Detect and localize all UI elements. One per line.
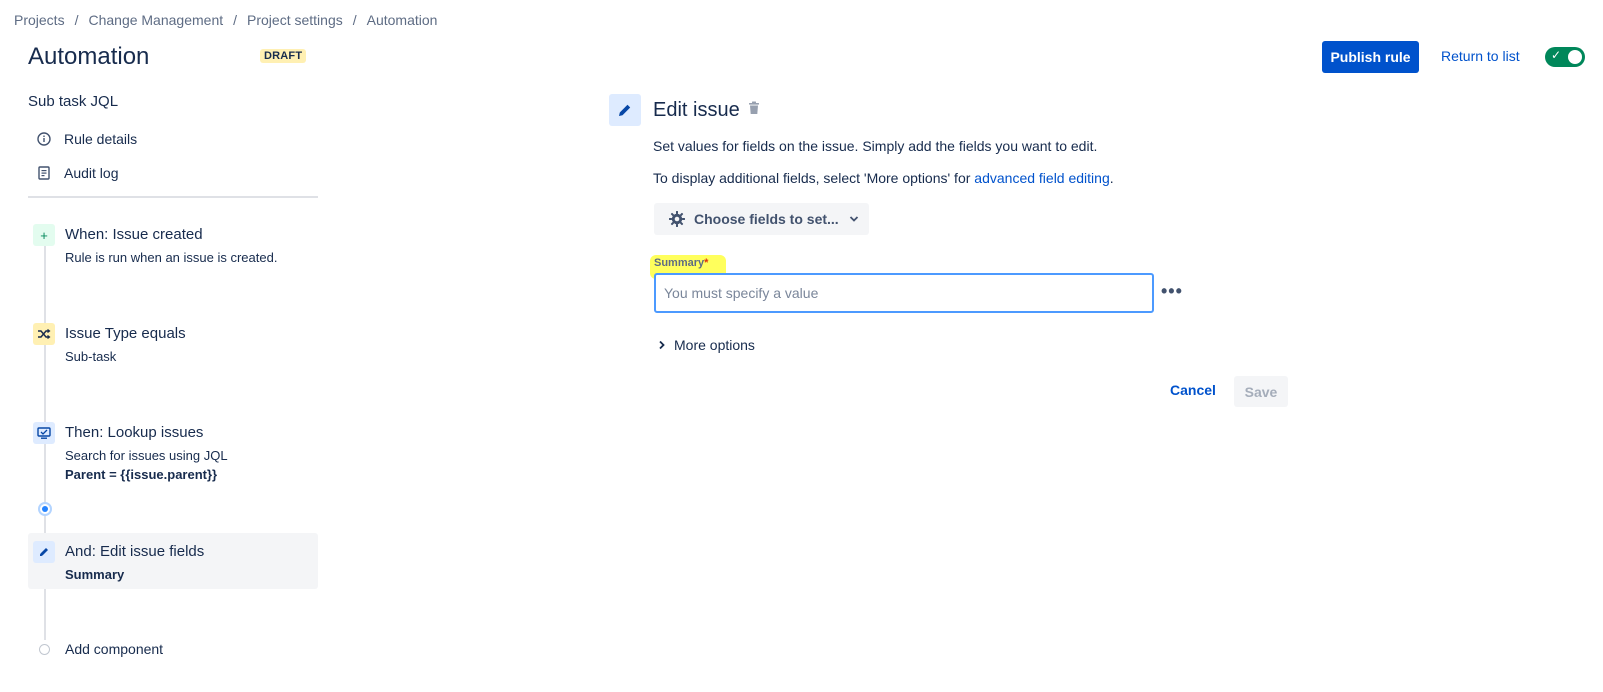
pencil-icon xyxy=(33,541,55,563)
insert-component-dot[interactable] xyxy=(38,502,52,516)
cancel-button[interactable]: Cancel xyxy=(1170,382,1216,398)
add-component-circle[interactable] xyxy=(39,644,50,655)
gear-icon xyxy=(668,210,686,228)
hint-suffix: . xyxy=(1109,170,1114,186)
breadcrumb-project-settings[interactable]: Project settings xyxy=(247,12,343,28)
sidebar-item-rule-details[interactable]: Rule details xyxy=(36,131,137,147)
summary-input[interactable] xyxy=(654,273,1154,313)
required-indicator: * xyxy=(704,257,709,269)
return-to-list-link[interactable]: Return to list xyxy=(1441,48,1520,64)
step-title: Issue Type equals xyxy=(65,325,186,342)
breadcrumb-separator: / xyxy=(352,12,357,28)
more-actions-icon[interactable]: ••• xyxy=(1161,281,1183,302)
status-badge: DRAFT xyxy=(260,49,307,63)
choose-fields-button[interactable]: Choose fields to set... xyxy=(654,203,869,235)
check-icon: ✓ xyxy=(1551,48,1562,62)
step-subtitle: Search for issues using JQL xyxy=(65,448,228,463)
page-title: Automation xyxy=(28,43,150,70)
save-button[interactable]: Save xyxy=(1234,376,1288,407)
breadcrumb: Projects / Change Management / Project s… xyxy=(14,12,437,28)
shuffle-icon xyxy=(33,323,55,345)
step-title: When: Issue created xyxy=(65,226,203,243)
chevron-right-icon xyxy=(658,340,666,350)
summary-label-text: Summary xyxy=(654,257,705,269)
rule-name: Sub task JQL xyxy=(28,93,119,110)
breadcrumb-change-management[interactable]: Change Management xyxy=(88,12,223,28)
sidebar-item-label: Rule details xyxy=(64,131,138,147)
breadcrumb-projects[interactable]: Projects xyxy=(14,12,65,28)
monitor-icon xyxy=(33,422,55,444)
sidebar-item-audit-log[interactable]: Audit log xyxy=(36,165,118,181)
more-options-label: More options xyxy=(674,337,755,353)
trash-icon[interactable] xyxy=(748,101,760,120)
step-subtitle: Rule is run when an issue is created. xyxy=(65,250,278,265)
editor-more-options-hint: To display additional fields, select 'Mo… xyxy=(653,170,1114,186)
chevron-down-icon xyxy=(849,215,859,223)
pencil-icon xyxy=(609,94,641,126)
breadcrumb-automation[interactable]: Automation xyxy=(367,12,438,28)
breadcrumb-separator: / xyxy=(233,12,238,28)
info-icon xyxy=(36,131,52,147)
choose-fields-label: Choose fields to set... xyxy=(694,211,839,227)
publish-rule-button[interactable]: Publish rule xyxy=(1322,41,1419,73)
sidebar-divider xyxy=(28,196,318,198)
plus-icon: + xyxy=(33,224,55,246)
breadcrumb-separator: / xyxy=(74,12,79,28)
editor-title: Edit issue xyxy=(653,99,740,121)
hint-text: To display additional fields, select 'Mo… xyxy=(653,170,975,186)
step-title: Then: Lookup issues xyxy=(65,424,204,441)
step-title: And: Edit issue fields xyxy=(65,543,205,560)
rule-enabled-toggle[interactable]: ✓ xyxy=(1545,47,1585,67)
advanced-field-editing-link[interactable]: advanced field editing xyxy=(974,170,1109,186)
dot-inner xyxy=(42,506,48,512)
summary-field-label: Summary* xyxy=(654,257,708,269)
add-component-link[interactable]: Add component xyxy=(65,641,163,657)
more-options-toggle[interactable]: More options xyxy=(658,337,755,353)
toggle-knob xyxy=(1568,50,1582,64)
editor-description: Set values for fields on the issue. Simp… xyxy=(653,138,1098,154)
step-subtitle: Sub-task xyxy=(65,349,117,364)
document-icon xyxy=(36,165,52,181)
step-jql: Parent = {{issue.parent}} xyxy=(65,467,218,482)
step-field-summary: Summary xyxy=(65,567,125,582)
sidebar-item-label: Audit log xyxy=(64,165,119,181)
